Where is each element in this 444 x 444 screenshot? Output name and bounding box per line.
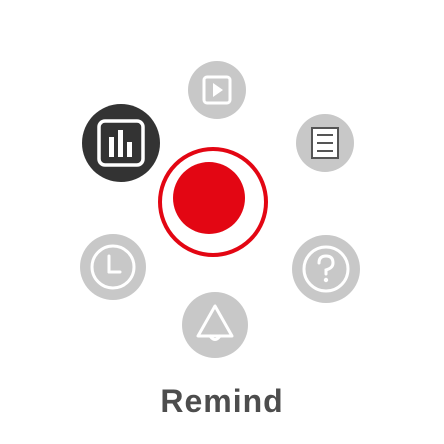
bell-icon — [182, 292, 248, 358]
help-button[interactable] — [290, 233, 362, 305]
radial-menu: Remind — [0, 0, 444, 444]
record-icon — [173, 162, 245, 234]
play-icon — [188, 61, 246, 119]
list-button[interactable] — [294, 112, 356, 174]
remind-button[interactable] — [180, 290, 250, 360]
clock-button[interactable] — [78, 232, 148, 302]
clock-icon — [80, 234, 146, 300]
record-button[interactable] — [154, 143, 272, 261]
play-button[interactable] — [186, 59, 248, 121]
bar-chart-icon — [82, 104, 160, 182]
menu-caption: Remind — [160, 383, 284, 419]
list-icon — [296, 114, 354, 172]
stats-button[interactable] — [80, 102, 162, 184]
help-icon — [292, 235, 360, 303]
